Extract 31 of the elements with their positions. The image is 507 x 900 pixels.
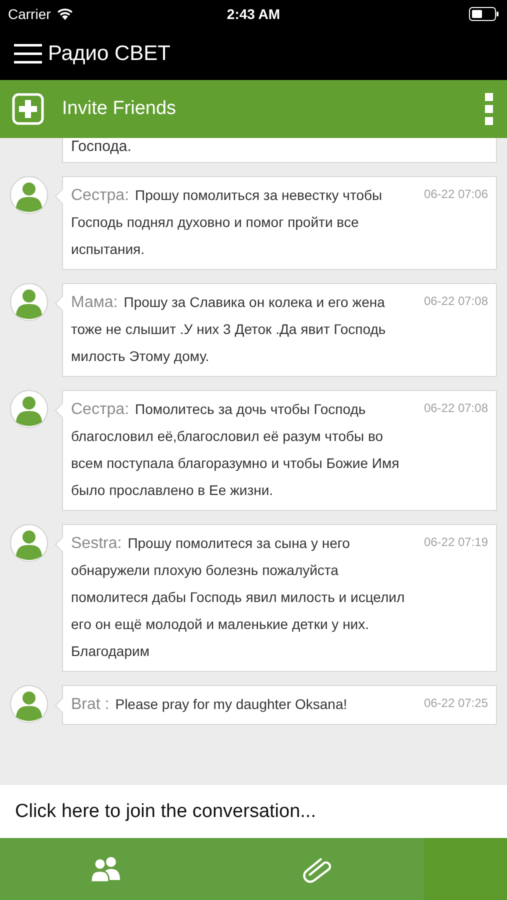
message-text: Мама: Прошу за Славика он колека и его жена тоже не слышит .У них 3 Деток .Да явит Господь милость Этому дому. (71, 293, 387, 366)
carrier-label: Carrier (8, 6, 51, 22)
avatar-icon (10, 524, 48, 562)
message-time: 06-22 07:08 (424, 400, 488, 417)
message-text: Господа. (62, 138, 497, 163)
message-time: 06-22 07:06 (424, 186, 488, 203)
message-text: Sestra: Прошу помолитеся за сына у него обнаружели плохую болезнь пожалуйста помолитеся дабы Господь явил милость и исцелил его он ещё молодой и маленькие детки у них. Благодарим (71, 534, 406, 661)
message-time: 06-22 07:08 (424, 293, 488, 310)
battery-icon (469, 7, 499, 21)
avatar-icon (10, 283, 48, 321)
message-text: Brat : Please pray for my daughter Oksana! (71, 695, 348, 715)
message-input[interactable]: Click here to join the conversation... (13, 800, 494, 824)
add-button[interactable] (12, 93, 44, 125)
menu-icon (14, 43, 44, 65)
app-title: Радио СВЕТ (48, 42, 170, 66)
more-button[interactable] (485, 93, 495, 125)
invite-friends-title: Invite Friends (62, 98, 178, 120)
message-time: 06-22 07:25 (424, 695, 488, 712)
wifi-icon (56, 8, 73, 20)
message-text: Сестра: Прошу помолиться за невестку чтобы Господь поднял духовно и помог пройти все испытания. (71, 186, 384, 259)
people-icon (90, 856, 122, 882)
message-time: 06-22 07:19 (424, 534, 488, 551)
plus-icon (12, 93, 44, 125)
clock-time: 2:43 AM (226, 6, 280, 22)
message-composer[interactable]: Click here to join the conversation... (0, 785, 507, 838)
avatar-icon (10, 176, 48, 214)
avatar-icon (10, 685, 48, 723)
message-text: Сестра: Помолитесь за дочь чтобы Господь благословил её,благословил её разум чтобы во всем поступала благоразумно и чтобы Божие Имя было прославлено в Ее жизни. (71, 400, 400, 500)
avatar-icon (10, 390, 48, 428)
menu-button[interactable] (14, 43, 44, 65)
more-icon (485, 93, 495, 125)
